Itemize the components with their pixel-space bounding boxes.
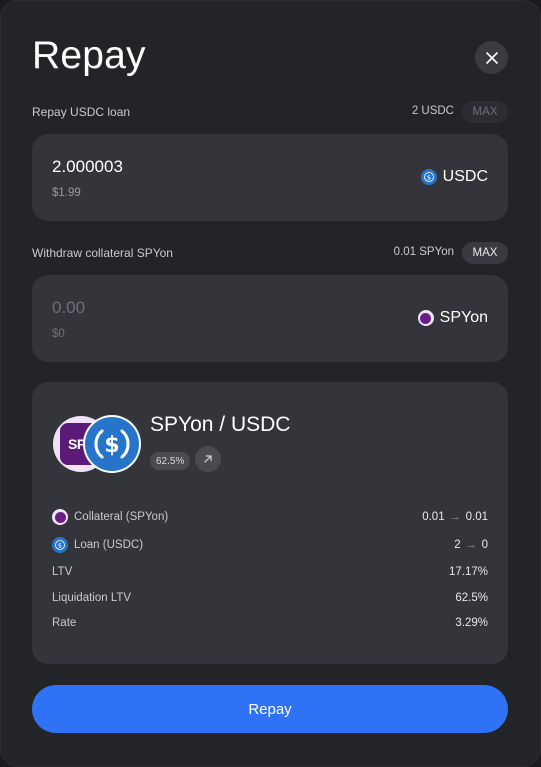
loan-row: $ Loan (USDC) 2 → 0 [52, 536, 488, 554]
usdc-icon: $ [420, 169, 437, 185]
loan-from: 2 [454, 539, 461, 551]
rate-label: Rate [52, 617, 77, 629]
withdraw-token-selector[interactable]: SPYon [417, 309, 488, 327]
withdraw-balance: 0.01 SPYon [393, 246, 454, 258]
svg-text:$: $ [427, 173, 431, 181]
rate-row: Rate 3.29% [52, 614, 488, 632]
repay-token-selector[interactable]: $ USDC [420, 168, 488, 186]
svg-text:$: $ [58, 541, 62, 549]
external-link-icon [204, 455, 212, 463]
loan-label: Loan (USDC) [74, 539, 144, 551]
market-pair-name: SPYon / USDC [150, 413, 291, 436]
collateral-from: 0.01 [422, 511, 445, 523]
liquidation-ltv-label: Liquidation LTV [52, 592, 132, 604]
withdraw-collateral-label: Withdraw collateral SPYon [32, 246, 173, 260]
repay-amount-card: $1.99 $ USDC [32, 134, 508, 221]
liquidation-ltv-row: Liquidation LTV 62.5% [52, 589, 488, 607]
rate-value: 3.29% [455, 617, 488, 629]
collateral-to: 0.01 [465, 511, 488, 523]
external-link-button[interactable] [195, 446, 221, 472]
arrow-right-icon: → [449, 511, 461, 523]
close-icon [485, 51, 498, 64]
usdc-icon: $ [52, 537, 68, 553]
repay-amount-input[interactable] [52, 157, 312, 177]
spyon-icon [52, 509, 68, 525]
close-button[interactable] [475, 41, 508, 74]
usdc-logo: $ [83, 415, 141, 473]
collateral-label: Collateral (SPYon) [74, 511, 169, 523]
market-summary-card: SPY $ SPYon / USDC 62.5% Collateral (SPY… [32, 382, 508, 664]
repay-max-button[interactable]: MAX [462, 101, 508, 123]
ltv-label: LTV [52, 566, 73, 578]
repay-balance: 2 USDC [411, 105, 454, 117]
withdraw-amount-input[interactable] [52, 298, 312, 318]
withdraw-max-button[interactable]: MAX [462, 242, 508, 264]
withdraw-amount-card: $0 SPYon [32, 275, 508, 362]
svg-text:$: $ [104, 433, 119, 458]
ltv-row: LTV 17.17% [52, 563, 488, 581]
ltv-value: 17.17% [448, 566, 488, 578]
ltv-badge: 62.5% [150, 452, 191, 470]
repay-loan-label: Repay USDC loan [32, 105, 131, 119]
withdraw-usd-value: $0 [52, 328, 65, 340]
repay-usd-value: $1.99 [52, 187, 81, 199]
modal-title: Repay [32, 34, 146, 77]
arrow-right-icon: → [465, 539, 477, 551]
loan-to: 0 [481, 539, 488, 551]
usdc-icon: $ [94, 429, 130, 459]
collateral-row: Collateral (SPYon) 0.01 → 0.01 [52, 508, 488, 526]
spyon-icon [417, 310, 434, 326]
repay-submit-button[interactable]: Repay [32, 685, 508, 733]
withdraw-token-label: SPYon [439, 309, 488, 326]
liquidation-ltv-value: 62.5% [455, 592, 488, 604]
repay-modal: Repay Repay USDC loan 2 USDC MAX $1.99 $… [0, 0, 541, 767]
repay-token-label: USDC [442, 168, 488, 185]
